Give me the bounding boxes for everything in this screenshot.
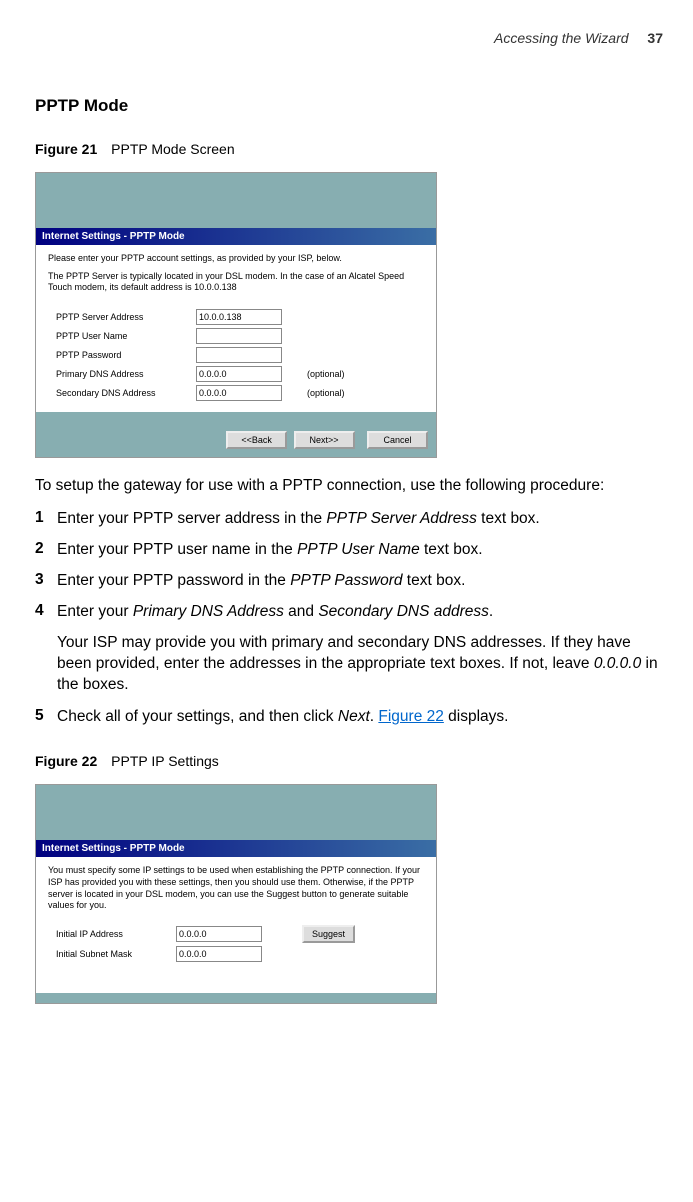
sdns-input[interactable] (196, 385, 282, 401)
intro-text-2: The PPTP Server is typically located in … (48, 271, 424, 294)
intro-paragraph: To setup the gateway for use with a PPTP… (35, 476, 663, 497)
sdns-optional: (optional) (307, 388, 345, 398)
page-header: Accessing the Wizard 37 (35, 30, 663, 46)
field-row-ip: Initial IP Address Suggest (48, 925, 424, 943)
intro-text-3: You must specify some IP settings to be … (48, 865, 424, 912)
user-label: PPTP User Name (48, 331, 196, 341)
field-row-sdns: Secondary DNS Address (optional) (48, 385, 424, 401)
pass-label: PPTP Password (48, 350, 196, 360)
step-content: Check all of your settings, and then cli… (57, 707, 663, 728)
step-num: 5 (35, 707, 57, 728)
pdns-label: Primary DNS Address (48, 369, 196, 379)
cancel-button[interactable]: Cancel (367, 431, 428, 449)
step-content: Enter your PPTP password in the PPTP Pas… (57, 571, 663, 592)
step-5: 5 Check all of your settings, and then c… (35, 707, 663, 728)
back-button[interactable]: <<Back (226, 431, 287, 449)
figure-22-caption: PPTP IP Settings (111, 753, 219, 769)
step-4-note: Your ISP may provide you with primary an… (57, 633, 663, 696)
step-content: Enter your PPTP user name in the PPTP Us… (57, 540, 663, 561)
step-1: 1 Enter your PPTP server address in the … (35, 509, 663, 530)
server-input[interactable] (196, 309, 282, 325)
window-titlebar-2: Internet Settings - PPTP Mode (36, 840, 436, 857)
pdns-optional: (optional) (307, 369, 345, 379)
figure-21-caption: PPTP Mode Screen (111, 141, 234, 157)
page-number: 37 (647, 30, 663, 46)
step-num: 4 (35, 602, 57, 623)
figure-21-screenshot: Internet Settings - PPTP Mode Please ent… (35, 172, 437, 458)
field-row-pass: PPTP Password (48, 347, 424, 363)
procedure-list: 1 Enter your PPTP server address in the … (35, 509, 663, 623)
ip-label: Initial IP Address (48, 929, 176, 939)
sdns-label: Secondary DNS Address (48, 388, 196, 398)
step-content: Enter your PPTP server address in the PP… (57, 509, 663, 530)
step-num: 2 (35, 540, 57, 561)
figure-22-screenshot: Internet Settings - PPTP Mode You must s… (35, 784, 437, 1004)
field-row-mask: Initial Subnet Mask (48, 946, 424, 962)
step-num: 1 (35, 509, 57, 530)
pass-input[interactable] (196, 347, 282, 363)
figure-22-label: Figure 22 PPTP IP Settings (35, 753, 663, 769)
mask-input[interactable] (176, 946, 262, 962)
ip-input[interactable] (176, 926, 262, 942)
window-titlebar: Internet Settings - PPTP Mode (36, 228, 436, 245)
header-section: Accessing the Wizard (494, 30, 628, 46)
intro-text-1: Please enter your PPTP account settings,… (48, 253, 424, 265)
step-2: 2 Enter your PPTP user name in the PPTP … (35, 540, 663, 561)
next-button[interactable]: Next>> (294, 431, 355, 449)
mask-label: Initial Subnet Mask (48, 949, 176, 959)
step-4: 4 Enter your Primary DNS Address and Sec… (35, 602, 663, 623)
figure-21-label: Figure 21 PPTP Mode Screen (35, 141, 663, 157)
step-3: 3 Enter your PPTP password in the PPTP P… (35, 571, 663, 592)
step-content: Enter your Primary DNS Address and Secon… (57, 602, 663, 623)
figure-21-num: Figure 21 (35, 141, 97, 157)
step-num: 3 (35, 571, 57, 592)
figure-22-link[interactable]: Figure 22 (378, 708, 443, 725)
section-title: PPTP Mode (35, 96, 663, 116)
procedure-list-cont: 5 Check all of your settings, and then c… (35, 707, 663, 728)
figure-22-num: Figure 22 (35, 753, 97, 769)
suggest-button[interactable]: Suggest (302, 925, 355, 943)
server-label: PPTP Server Address (48, 312, 196, 322)
field-row-user: PPTP User Name (48, 328, 424, 344)
pdns-input[interactable] (196, 366, 282, 382)
button-row: <<Back Next>> Cancel (36, 422, 436, 457)
field-row-server: PPTP Server Address (48, 309, 424, 325)
user-input[interactable] (196, 328, 282, 344)
field-row-pdns: Primary DNS Address (optional) (48, 366, 424, 382)
